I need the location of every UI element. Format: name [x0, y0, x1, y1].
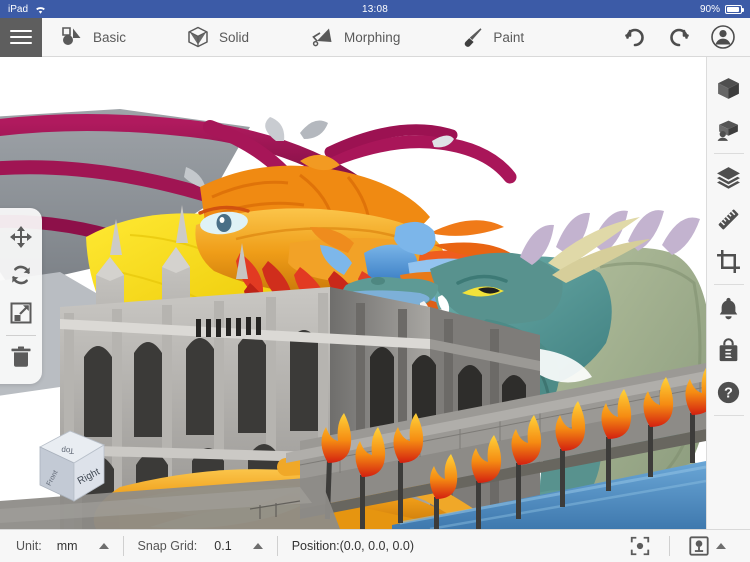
battery-percent: 90%	[699, 3, 720, 15]
snap-grid-value: 0.1	[214, 539, 232, 553]
focus-target-icon	[629, 535, 651, 557]
help-panel[interactable]: ?	[707, 371, 750, 413]
crop-panel[interactable]	[707, 240, 750, 282]
morphing-icon	[311, 25, 335, 49]
tab-morphing[interactable]: Morphing	[301, 18, 410, 56]
scale-tool[interactable]	[0, 294, 42, 332]
footer-divider-2	[276, 536, 278, 556]
objects-panel[interactable]	[707, 67, 750, 109]
main-toolbar: Basic Solid Morphing Paint	[0, 17, 750, 57]
account-person-icon[interactable]	[710, 24, 736, 50]
tools-divider	[6, 335, 36, 336]
layers-icon	[716, 165, 741, 190]
transform-tools-panel	[0, 208, 42, 384]
camera-view-panel[interactable]	[707, 109, 750, 151]
position-text: Position:(0.0, 0.0, 0.0)	[291, 539, 414, 553]
unit-control[interactable]: Unit: mm	[0, 530, 109, 562]
status-bar-time: 13:08	[361, 3, 389, 15]
undo-arrow-icon[interactable]	[622, 24, 648, 50]
move-tool[interactable]	[0, 218, 42, 256]
measure-panel[interactable]	[707, 198, 750, 240]
tab-paint-label: Paint	[493, 29, 525, 45]
help-question-icon: ?	[716, 380, 741, 405]
tab-solid[interactable]: Solid	[176, 18, 259, 56]
ruler-icon	[716, 207, 741, 232]
snap-grid-caret-icon[interactable]	[252, 543, 263, 549]
projection-button[interactable]	[676, 535, 738, 557]
crop-icon	[716, 249, 741, 274]
bell-icon	[716, 296, 741, 321]
toolbar-actions	[622, 24, 750, 50]
cube-icon	[716, 76, 741, 101]
store-panel[interactable]	[707, 329, 750, 371]
toolbar-tabs: Basic Solid Morphing Paint	[42, 18, 622, 56]
notifications-panel[interactable]	[707, 287, 750, 329]
projection-caret-icon[interactable]	[716, 543, 726, 549]
rotate-tool[interactable]	[0, 256, 42, 294]
move-arrows-icon	[9, 225, 33, 249]
cube-face-top: Top	[61, 446, 75, 456]
snap-grid-control[interactable]: Snap Grid: 0.1	[138, 530, 263, 562]
tab-morphing-label: Morphing	[344, 29, 401, 45]
hamburger-menu-icon[interactable]	[0, 17, 42, 57]
rotate-arrows-icon	[9, 263, 33, 287]
solid-cube-icon	[186, 25, 210, 49]
ios-status-bar: iPad 13:08 90%	[0, 0, 750, 18]
trash-icon	[9, 345, 33, 369]
tab-paint[interactable]: Paint	[450, 18, 534, 56]
camera-view-icon	[716, 118, 741, 143]
tab-basic[interactable]: Basic	[50, 18, 136, 56]
layers-panel[interactable]	[707, 156, 750, 198]
unit-value: mm	[56, 539, 78, 553]
battery-icon	[725, 4, 744, 14]
status-footer: Unit: mm Snap Grid: 0.1 Position:(0.0, 0…	[0, 529, 750, 562]
scale-resize-icon	[9, 301, 33, 325]
footer-right-actions	[617, 535, 750, 557]
view-orientation-cube[interactable]: Top Front Right	[32, 425, 112, 507]
rail-divider-2	[713, 284, 744, 285]
app-root: iPad 13:08 90% Basic Solid Morphing Pain…	[0, 0, 750, 562]
rail-divider-1	[713, 153, 744, 154]
tab-basic-label: Basic	[93, 29, 127, 45]
perspective-view-icon	[688, 535, 710, 557]
shopping-bag-icon	[716, 337, 741, 363]
rail-divider-3	[713, 415, 744, 416]
delete-tool[interactable]	[0, 338, 42, 376]
right-sidebar: ?	[706, 57, 750, 529]
basic-shapes-icon	[60, 25, 84, 49]
unit-label: Unit:	[16, 539, 42, 553]
focus-button[interactable]	[617, 535, 663, 557]
svg-text:?: ?	[724, 385, 733, 401]
3d-viewport[interactable]: Top Front Right	[0, 57, 706, 529]
snap-grid-label: Snap Grid:	[137, 539, 198, 553]
tab-solid-label: Solid	[219, 29, 250, 45]
redo-arrow-icon[interactable]	[666, 24, 692, 50]
footer-divider-1	[122, 536, 124, 556]
position-readout: Position:(0.0, 0.0, 0.0)	[292, 530, 414, 562]
unit-caret-icon[interactable]	[98, 543, 109, 549]
status-bar-right: 90%	[699, 3, 744, 15]
paint-brush-icon	[460, 25, 484, 49]
footer-divider-3	[669, 536, 670, 556]
